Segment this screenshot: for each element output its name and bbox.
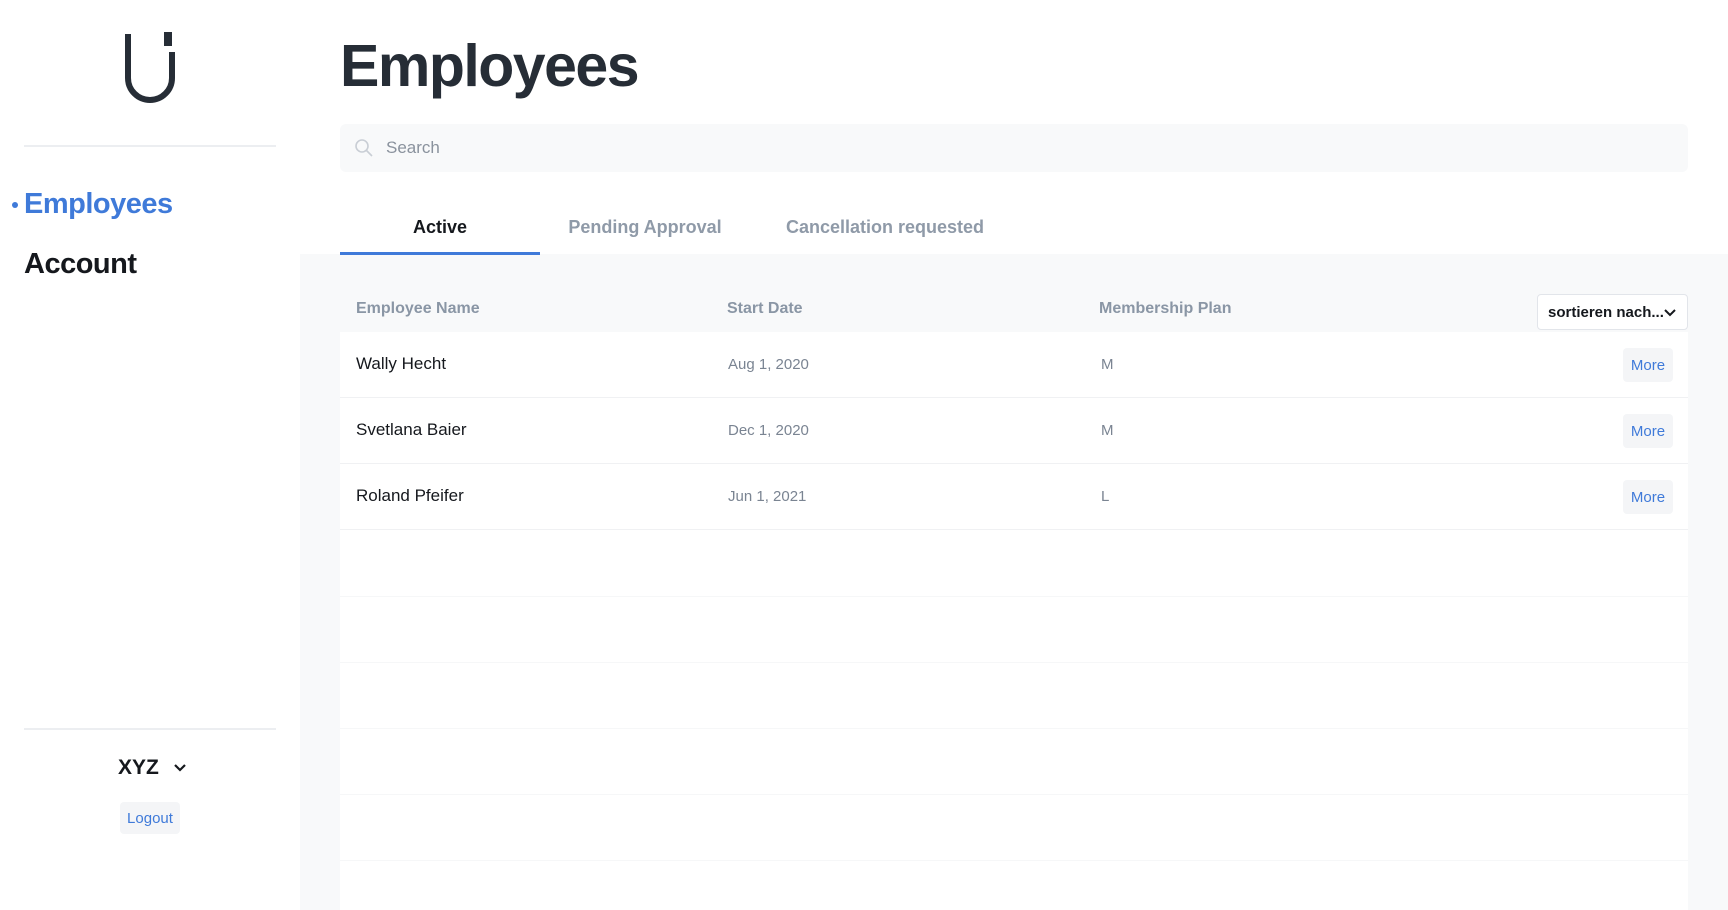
- start-date: Jun 1, 2021: [728, 488, 807, 505]
- employee-name: Roland Pfeifer: [356, 486, 464, 505]
- search-input[interactable]: [386, 124, 1676, 172]
- empty-row-divider: [340, 662, 1688, 663]
- more-button[interactable]: More: [1623, 348, 1673, 382]
- sidebar: Employees Account XYZ Logout: [0, 0, 300, 910]
- start-date: Dec 1, 2020: [728, 422, 809, 439]
- table-header: Employee Name Start Date Membership Plan…: [340, 288, 1688, 332]
- empty-row-divider: [340, 596, 1688, 597]
- employee-name: Wally Hecht: [356, 354, 447, 373]
- sidebar-item-employees[interactable]: Employees: [24, 188, 173, 221]
- sort-select[interactable]: sortieren nach...: [1537, 294, 1688, 330]
- table-row[interactable]: Svetlana Baier Dec 1, 2020 M More: [340, 398, 1688, 464]
- active-indicator-dot: [12, 202, 18, 208]
- page-title: Employees: [340, 33, 640, 99]
- more-button[interactable]: More: [1623, 480, 1673, 514]
- sort-select-label: sortieren nach...: [1548, 303, 1664, 321]
- column-header-start-date[interactable]: Start Date: [727, 300, 803, 318]
- sidebar-bottom-divider: [24, 728, 276, 730]
- tab-pending-approval[interactable]: Pending Approval: [540, 200, 750, 254]
- table-row[interactable]: Wally Hecht Aug 1, 2020 M More: [340, 332, 1688, 398]
- empty-row-divider: [340, 860, 1688, 861]
- chevron-down-icon: [174, 764, 186, 772]
- tab-active[interactable]: Active: [340, 200, 540, 254]
- search-bar[interactable]: [340, 124, 1688, 172]
- status-tabs: Active Pending Approval Cancellation req…: [340, 200, 1040, 256]
- active-tab-underline: [340, 252, 540, 255]
- account-name: XYZ: [118, 756, 159, 779]
- empty-row-divider: [340, 794, 1688, 795]
- logo-icon[interactable]: [120, 30, 180, 106]
- more-button[interactable]: More: [1623, 414, 1673, 448]
- start-date: Aug 1, 2020: [728, 356, 809, 373]
- account-switcher[interactable]: XYZ: [118, 756, 187, 780]
- search-icon: [355, 139, 373, 157]
- table-body: Wally Hecht Aug 1, 2020 M More Svetlana …: [340, 332, 1688, 910]
- employees-table: Employee Name Start Date Membership Plan…: [340, 288, 1688, 910]
- membership-plan: M: [1101, 422, 1114, 439]
- membership-plan: M: [1101, 356, 1114, 373]
- logout-button[interactable]: Logout: [120, 802, 180, 834]
- column-header-employee-name[interactable]: Employee Name: [356, 300, 480, 318]
- table-row[interactable]: Roland Pfeifer Jun 1, 2021 L More: [340, 464, 1688, 530]
- employee-name: Svetlana Baier: [356, 420, 467, 439]
- sidebar-item-account[interactable]: Account: [24, 248, 137, 281]
- chevron-down-icon: [1664, 309, 1676, 317]
- sidebar-top-divider: [24, 145, 276, 147]
- tab-cancellation-requested[interactable]: Cancellation requested: [770, 200, 1000, 254]
- empty-row-divider: [340, 728, 1688, 729]
- column-header-membership-plan[interactable]: Membership Plan: [1099, 300, 1231, 318]
- membership-plan: L: [1101, 488, 1110, 505]
